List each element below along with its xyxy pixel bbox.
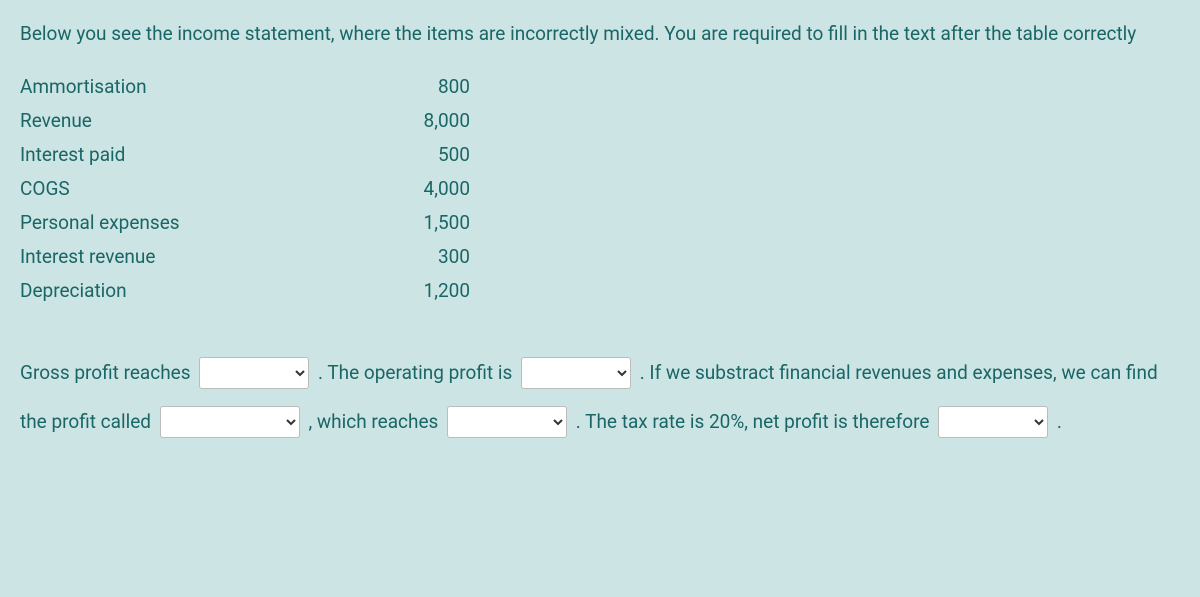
table-row: Ammortisation800: [20, 70, 1180, 104]
row-value: 8,000: [380, 106, 470, 136]
operating-profit-select[interactable]: [521, 357, 631, 389]
fill-text-2: . The operating profit is: [318, 361, 512, 384]
fill-text-1: Gross profit reaches: [20, 361, 191, 384]
table-row: Interest revenue300: [20, 240, 1180, 274]
fill-in-paragraph: Gross profit reaches . The operating pro…: [20, 348, 1180, 445]
fill-text-6: .: [1057, 410, 1062, 433]
profit-name-select[interactable]: [160, 406, 300, 438]
row-value: 1,500: [380, 208, 470, 238]
table-row: COGS4,000: [20, 172, 1180, 206]
profit-value-select[interactable]: [447, 406, 567, 438]
income-statement-table: Ammortisation800Revenue8,000Interest pai…: [20, 70, 1180, 308]
gross-profit-select[interactable]: [199, 357, 309, 389]
row-value: 1,200: [380, 276, 470, 306]
table-row: Interest paid500: [20, 138, 1180, 172]
row-value: 4,000: [380, 174, 470, 204]
table-row: Personal expenses1,500: [20, 206, 1180, 240]
fill-text-4: , which reaches: [308, 410, 438, 433]
row-value: 300: [380, 242, 470, 272]
table-row: Revenue8,000: [20, 104, 1180, 138]
row-label: Personal expenses: [20, 208, 380, 238]
row-label: Ammortisation: [20, 72, 380, 102]
row-value: 800: [380, 72, 470, 102]
table-row: Depreciation1,200: [20, 274, 1180, 308]
row-label: Interest paid: [20, 140, 380, 170]
instructions-text: Below you see the income statement, wher…: [20, 16, 1180, 52]
row-label: COGS: [20, 174, 380, 204]
fill-text-5: . The tax rate is 20%, net profit is the…: [576, 410, 930, 433]
row-label: Depreciation: [20, 276, 380, 306]
row-label: Revenue: [20, 106, 380, 136]
net-profit-select[interactable]: [938, 406, 1048, 438]
row-value: 500: [380, 140, 470, 170]
row-label: Interest revenue: [20, 242, 380, 272]
